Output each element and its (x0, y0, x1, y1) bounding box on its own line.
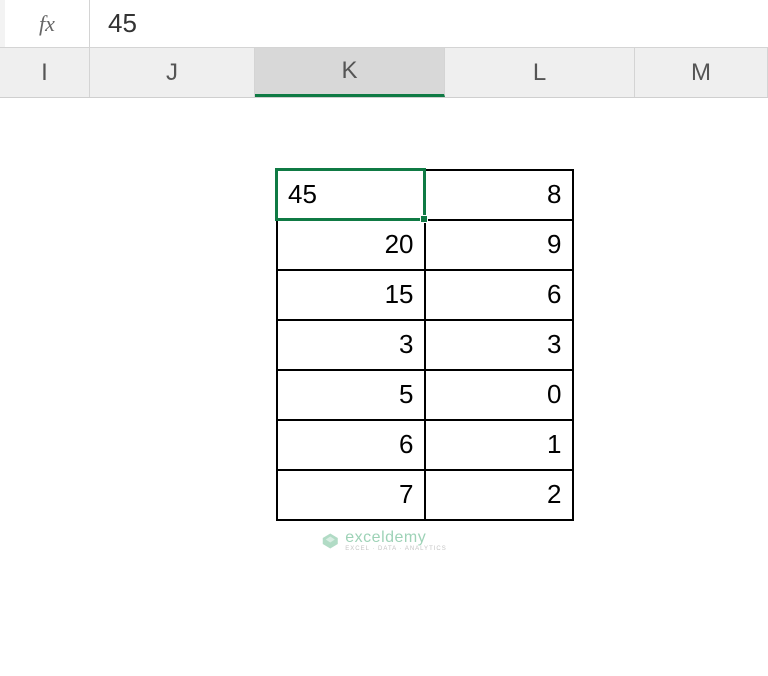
table-row: 15 6 (277, 270, 573, 320)
fx-button[interactable]: fx (5, 0, 90, 47)
grid-area[interactable]: 45 8 20 9 15 6 3 3 5 0 6 1 7 2 (0, 98, 768, 168)
table-row: 3 3 (277, 320, 573, 370)
cell-L[interactable]: 6 (425, 270, 573, 320)
table-row: 6 1 (277, 420, 573, 470)
watermark: exceldemy EXCEL · DATA · ANALYTICS (321, 530, 446, 552)
cell-L[interactable]: 3 (425, 320, 573, 370)
cell-value: 45 (288, 179, 317, 209)
formula-input[interactable] (90, 0, 768, 47)
cell-L[interactable]: 8 (425, 170, 573, 220)
cell-K[interactable]: 20 (277, 220, 425, 270)
table-row: 20 9 (277, 220, 573, 270)
col-header-I[interactable]: I (0, 48, 90, 97)
col-header-J[interactable]: J (90, 48, 255, 97)
cell-L[interactable]: 2 (425, 470, 573, 520)
cell-L[interactable]: 9 (425, 220, 573, 270)
column-headers: I J K L M (0, 48, 768, 98)
data-table: 45 8 20 9 15 6 3 3 5 0 6 1 7 2 (275, 168, 574, 521)
cell-K-selected[interactable]: 45 (277, 170, 425, 220)
cell-K[interactable]: 7 (277, 470, 425, 520)
cell-L[interactable]: 1 (425, 420, 573, 470)
fill-handle[interactable] (420, 215, 428, 223)
watermark-text: exceldemy EXCEL · DATA · ANALYTICS (345, 530, 446, 552)
cell-L[interactable]: 0 (425, 370, 573, 420)
formula-bar: fx (0, 0, 768, 48)
col-header-M[interactable]: M (635, 48, 768, 97)
cell-K[interactable]: 5 (277, 370, 425, 420)
table-row: 45 8 (277, 170, 573, 220)
cell-K[interactable]: 15 (277, 270, 425, 320)
watermark-tagline: EXCEL · DATA · ANALYTICS (345, 546, 446, 552)
col-header-K[interactable]: K (255, 48, 445, 97)
table-row: 7 2 (277, 470, 573, 520)
exceldemy-icon (321, 532, 339, 550)
cell-K[interactable]: 6 (277, 420, 425, 470)
cell-K[interactable]: 3 (277, 320, 425, 370)
watermark-name: exceldemy (345, 530, 446, 546)
table-row: 5 0 (277, 370, 573, 420)
col-header-L[interactable]: L (445, 48, 635, 97)
